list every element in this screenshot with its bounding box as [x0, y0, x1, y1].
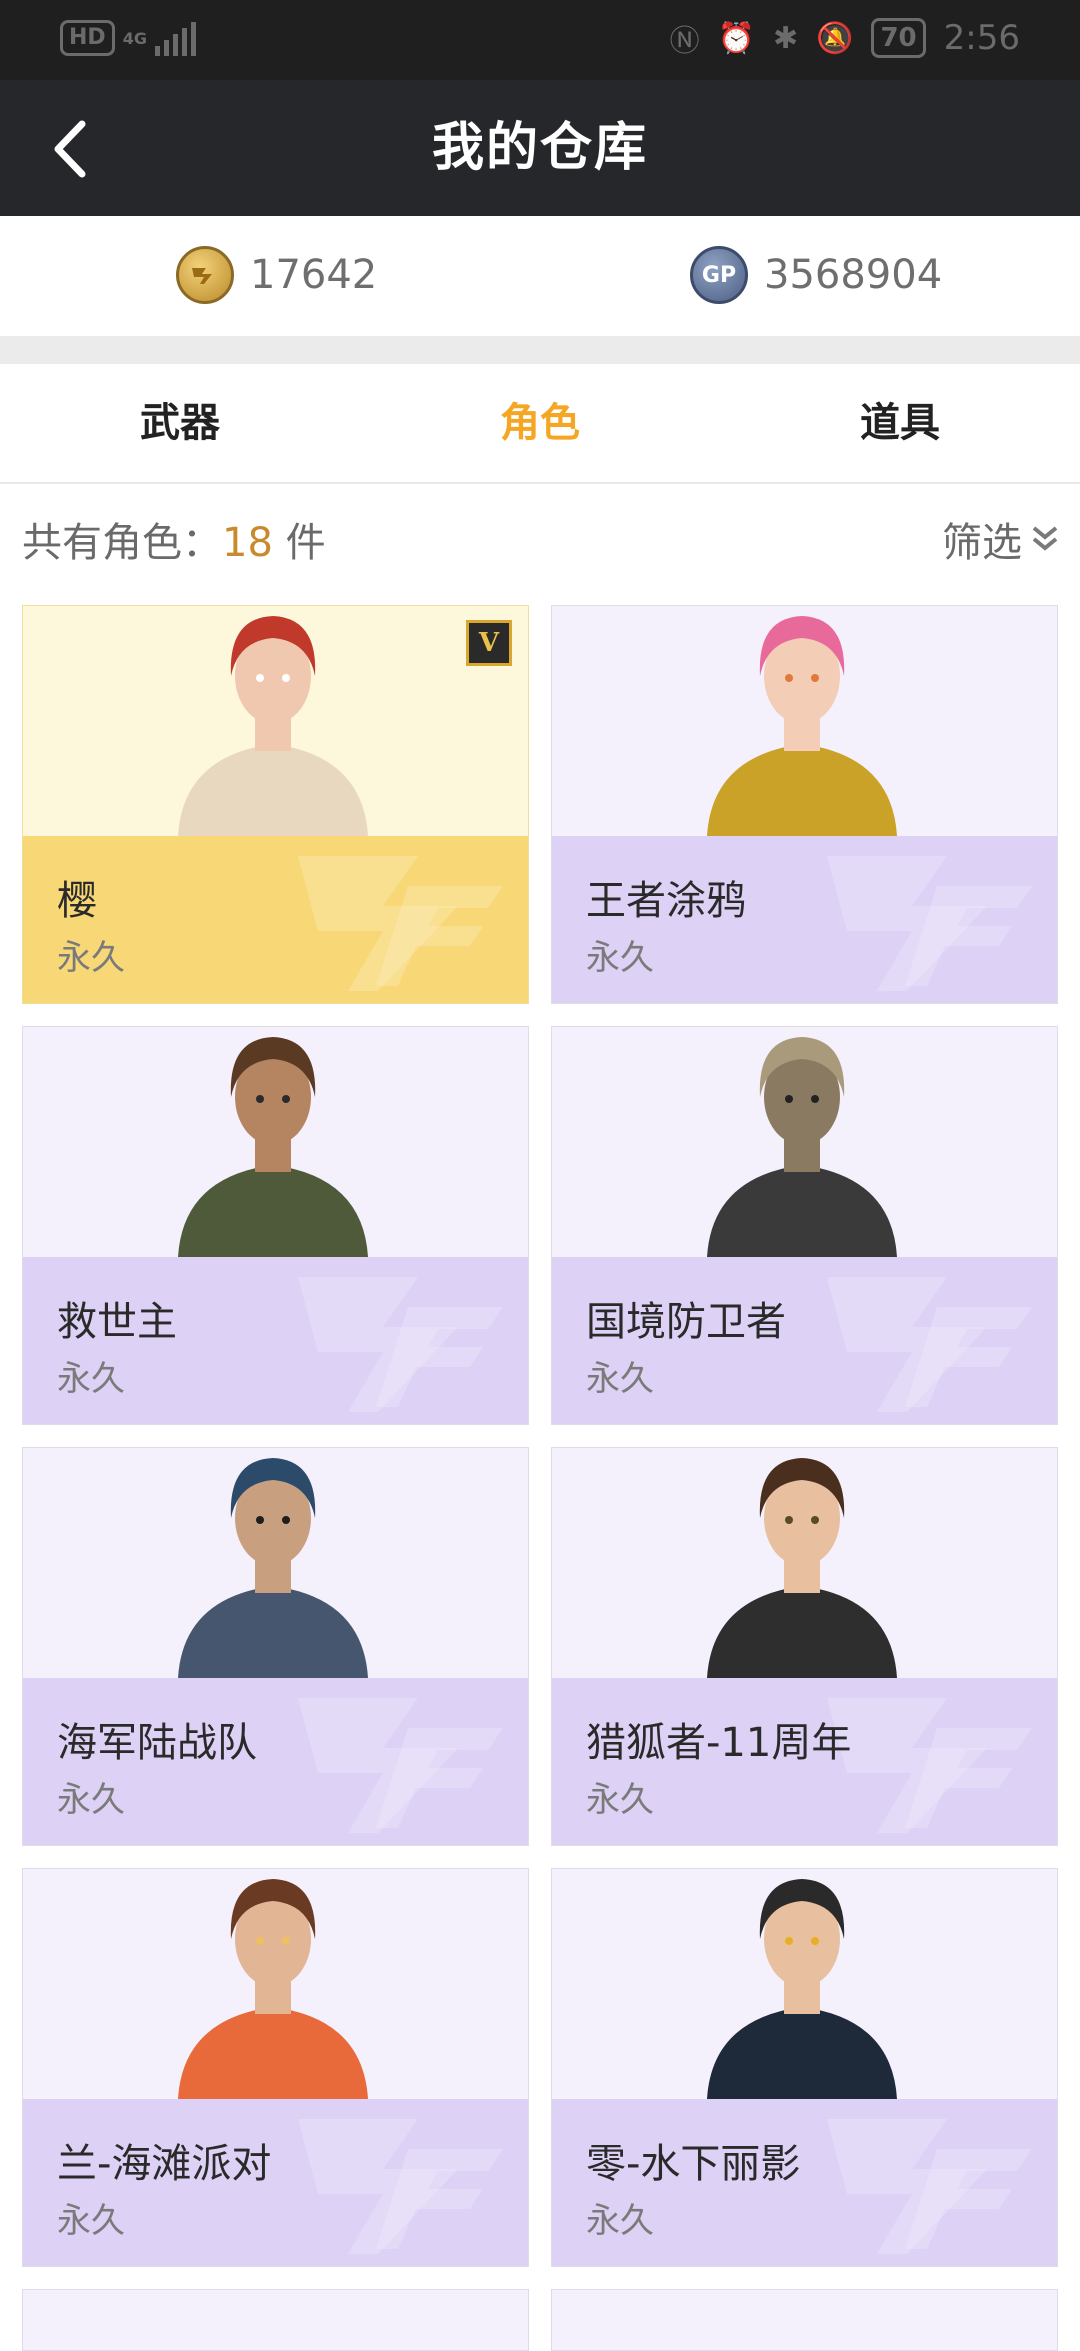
alarm-icon: ⏰	[717, 20, 755, 56]
status-right: Ⓝ ⏰ ✱ 🔕 70 2:56	[670, 16, 1020, 60]
character-card[interactable]: 王者涂鸦 永久	[551, 605, 1058, 1004]
signal-icon	[154, 20, 196, 56]
nfc-icon: Ⓝ	[669, 24, 700, 59]
character-card[interactable]: 国境防卫者 永久	[551, 1026, 1058, 1425]
character-duration: 永久	[586, 1359, 654, 1399]
character-name: 兰-海滩派对	[57, 2141, 272, 2187]
count-unit: 件	[272, 520, 326, 566]
character-name: 樱	[57, 878, 97, 924]
card-info: 兰-海滩派对 永久	[23, 2099, 528, 2266]
cf-watermark-icon	[298, 1277, 503, 1412]
character-duration: 永久	[57, 938, 125, 978]
cf-watermark-icon	[298, 1698, 503, 1833]
gp-balance-value: 3568904	[764, 252, 943, 298]
tab-characters[interactable]: 角色	[360, 364, 720, 482]
gp-coin-icon: GP	[690, 246, 748, 304]
character-duration: 永久	[586, 938, 654, 978]
double-chevron-down-icon	[1032, 526, 1058, 551]
character-duration: 永久	[586, 1780, 654, 1820]
cf-balance-value: 17642	[250, 252, 378, 298]
tab-weapons[interactable]: 武器	[0, 364, 360, 482]
character-portrait	[707, 616, 897, 836]
status-bar: HD 4G Ⓝ ⏰ ✱ 🔕 70 2:56	[0, 0, 1080, 80]
cf-watermark-icon	[827, 1277, 1032, 1412]
character-portrait	[178, 1037, 368, 1257]
cf-coin-icon	[176, 246, 234, 304]
section-divider	[0, 336, 1080, 364]
character-duration: 永久	[57, 1780, 125, 1820]
card-info: 国境防卫者 永久	[552, 1257, 1057, 1424]
character-card[interactable]	[22, 2289, 529, 2351]
character-duration: 永久	[57, 2201, 125, 2241]
hd-badge: HD	[60, 20, 115, 56]
cf-balance: 17642	[176, 246, 377, 304]
character-portrait	[707, 1458, 897, 1678]
character-card[interactable]: V 樱 永久	[22, 605, 529, 1004]
character-duration: 永久	[57, 1359, 125, 1399]
card-info: 救世主 永久	[23, 1257, 528, 1424]
character-portrait	[707, 1037, 897, 1257]
page-title: 我的仓库	[431, 118, 648, 178]
character-card[interactable]	[551, 2289, 1058, 2351]
character-name: 猎狐者-11周年	[586, 1720, 852, 1766]
tab-items[interactable]: 道具	[720, 364, 1080, 482]
cf-watermark-icon	[298, 2119, 503, 2254]
character-name: 海军陆战队	[57, 1720, 257, 1766]
count-prefix: 共有角色：	[22, 520, 222, 566]
character-card[interactable]: 海军陆战队 永久	[22, 1447, 529, 1846]
card-info: 零-水下丽影 永久	[552, 2099, 1057, 2266]
card-info: 猎狐者-11周年 永久	[552, 1678, 1057, 1845]
gp-balance: GP 3568904	[690, 246, 942, 304]
filter-button[interactable]: 筛选	[942, 510, 1062, 568]
item-count-summary: 共有角色：18 件	[22, 510, 326, 568]
cf-watermark-icon	[298, 856, 503, 991]
app-header: 我的仓库	[0, 80, 1080, 216]
character-duration: 永久	[586, 2201, 654, 2241]
vip-badge: V	[466, 620, 512, 666]
mute-icon: 🔕	[816, 20, 854, 56]
card-info: 樱 永久	[23, 836, 528, 1003]
character-name: 零-水下丽影	[586, 2141, 801, 2187]
clock: 2:56	[943, 18, 1020, 58]
status-left: HD 4G	[60, 20, 196, 56]
filter-label: 筛选	[942, 520, 1022, 566]
character-name: 救世主	[57, 1299, 177, 1345]
character-name: 国境防卫者	[586, 1299, 786, 1345]
battery-icon: 70	[871, 18, 926, 58]
character-card[interactable]: 猎狐者-11周年 永久	[551, 1447, 1058, 1846]
cf-watermark-icon	[827, 2119, 1032, 2254]
category-tabs: 武器 角色 道具	[0, 364, 1080, 484]
currency-bar: 17642 GP 3568904	[0, 216, 1080, 336]
character-portrait	[707, 1879, 897, 2099]
character-card[interactable]: 救世主 永久	[22, 1026, 529, 1425]
character-portrait	[178, 1879, 368, 2099]
bluetooth-icon: ✱	[772, 20, 799, 56]
character-card[interactable]: 兰-海滩派对 永久	[22, 1868, 529, 2267]
cf-watermark-icon	[827, 856, 1032, 991]
character-grid: V 樱 永久 王者涂鸦 永久 救世主 永久 国境防卫者 永久 海军陆战队 永久 …	[22, 605, 1058, 2351]
network-type: 4G	[122, 28, 147, 48]
character-card[interactable]: 零-水下丽影 永久	[551, 1868, 1058, 2267]
card-info: 王者涂鸦 永久	[552, 836, 1057, 1003]
card-info: 海军陆战队 永久	[23, 1678, 528, 1845]
character-name: 王者涂鸦	[586, 878, 746, 924]
character-portrait	[178, 1458, 368, 1678]
character-portrait	[178, 616, 368, 836]
count-value: 18	[222, 520, 273, 566]
